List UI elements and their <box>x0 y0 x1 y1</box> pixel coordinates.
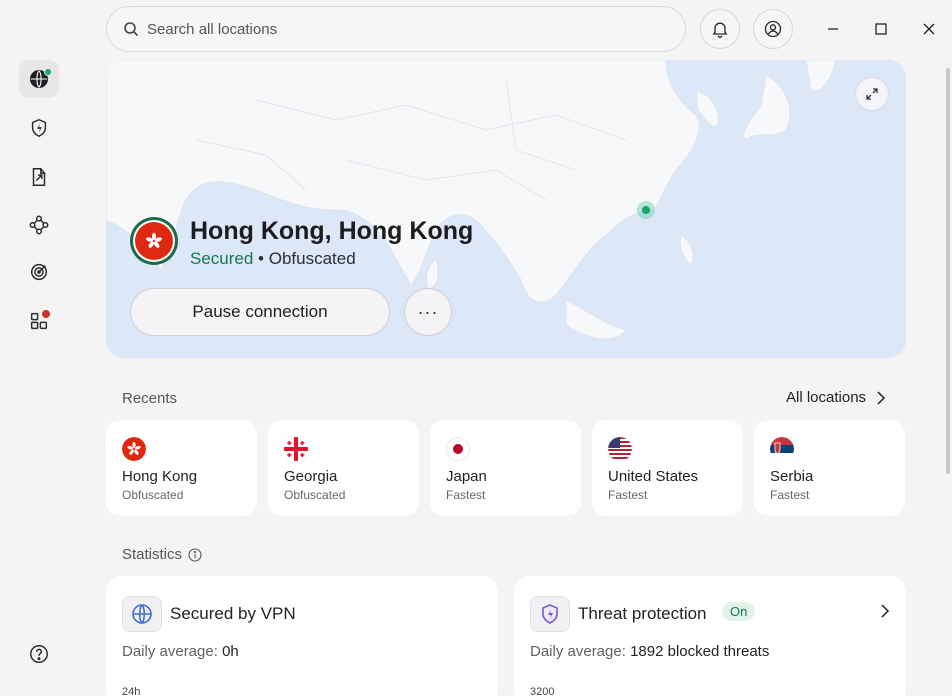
recents-label: Recents <box>122 390 178 407</box>
chevron-right-icon[interactable] <box>880 604 890 618</box>
vpn-stats-card: Secured by VPN Daily average: 0h 24h <box>106 576 498 696</box>
search-bar[interactable] <box>106 6 686 52</box>
file-export-icon <box>32 168 46 186</box>
expand-map-button[interactable] <box>855 77 889 111</box>
all-locations-link[interactable]: All locations <box>786 389 886 406</box>
all-locations-label: All locations <box>786 389 867 406</box>
help-button[interactable] <box>19 635 59 673</box>
connected-dot <box>44 68 52 76</box>
vpn-stats-title: Secured by VPN <box>170 604 296 623</box>
vpn-globe-icon <box>122 596 162 632</box>
status-protocol: Obfuscated <box>268 249 356 268</box>
minimize-icon <box>828 28 838 30</box>
serbia-flag-icon <box>770 437 794 461</box>
status-secured: Secured <box>190 249 254 268</box>
minimize-button[interactable] <box>820 16 846 42</box>
connection-status: Secured • Obfuscated <box>190 249 356 269</box>
united-states-flag-icon <box>608 437 632 461</box>
statistics-label: Statistics <box>122 546 183 563</box>
georgia-flag-icon <box>284 437 308 461</box>
recent-sub: Fastest <box>770 488 810 502</box>
location-pin[interactable] <box>637 201 655 219</box>
user-icon <box>764 20 782 38</box>
account-button[interactable] <box>753 9 793 49</box>
sidebar-item-apps[interactable] <box>19 302 59 340</box>
vpn-axis-label: 24h <box>122 686 141 696</box>
map-card: Hong Kong, Hong Kong Secured • Obfuscate… <box>106 60 906 358</box>
more-options-button[interactable]: ··· <box>404 288 452 336</box>
japan-flag-icon <box>446 437 470 461</box>
sidebar <box>0 0 78 696</box>
search-input[interactable] <box>147 20 647 38</box>
sidebar-item-meshnet[interactable] <box>19 206 59 244</box>
threat-stats-title: Threat protection <box>578 604 707 623</box>
sidebar-item-threat-protection[interactable] <box>19 109 59 147</box>
meshnet-icon <box>29 215 49 235</box>
maximize-icon <box>875 23 887 35</box>
recent-sub: Obfuscated <box>122 488 184 502</box>
help-icon <box>30 645 48 663</box>
recent-name: Japan <box>446 468 487 485</box>
threat-stats-card[interactable]: Threat protection On Daily average: 1892… <box>514 576 906 696</box>
shield-bolt-icon <box>31 118 47 138</box>
scrollbar[interactable] <box>946 68 950 474</box>
recent-card-serbia[interactable]: Serbia Fastest <box>754 420 905 516</box>
close-icon <box>923 23 935 35</box>
search-icon <box>124 22 139 37</box>
pause-connection-button[interactable]: Pause connection <box>130 288 390 336</box>
recent-sub: Fastest <box>446 488 486 502</box>
status-badge: On <box>722 602 756 621</box>
notification-dot <box>42 310 50 318</box>
recent-name: Hong Kong <box>122 468 198 485</box>
recent-card-japan[interactable]: Japan Fastest <box>430 420 581 516</box>
info-icon[interactable] <box>188 547 202 562</box>
connection-title: Hong Kong, Hong Kong <box>190 217 474 245</box>
hong-kong-flag-icon <box>122 437 146 461</box>
vpn-daily-average: Daily average: 0h <box>122 643 239 660</box>
recent-sub: Obfuscated <box>284 488 346 502</box>
recent-name: Serbia <box>770 468 814 485</box>
maximize-button[interactable] <box>868 16 894 42</box>
hong-kong-flag-icon <box>130 217 178 265</box>
sidebar-item-split-tunneling[interactable] <box>19 158 59 196</box>
status-separator: • <box>253 249 269 268</box>
threat-shield-icon <box>530 596 570 632</box>
recent-name: United States <box>608 468 699 485</box>
recent-card-united-states[interactable]: United States Fastest <box>592 420 743 516</box>
sidebar-item-globe[interactable] <box>19 60 59 98</box>
close-button[interactable] <box>916 16 942 42</box>
threat-axis-label: 3200 <box>530 686 555 696</box>
recent-card-hong-kong[interactable]: Hong Kong Obfuscated <box>106 420 257 516</box>
chevron-right-icon <box>877 390 886 405</box>
sidebar-item-dark-web-monitor[interactable] <box>19 253 59 291</box>
recent-name: Georgia <box>284 468 338 485</box>
expand-icon <box>866 88 878 100</box>
notifications-button[interactable] <box>700 9 740 49</box>
threat-daily-average: Daily average: 1892 blocked threats <box>530 643 770 660</box>
statistics-header: Statistics <box>122 546 202 563</box>
radar-icon <box>30 263 48 281</box>
bell-icon <box>712 22 728 38</box>
recent-sub: Fastest <box>608 488 648 502</box>
recent-card-georgia[interactable]: Georgia Obfuscated <box>268 420 419 516</box>
